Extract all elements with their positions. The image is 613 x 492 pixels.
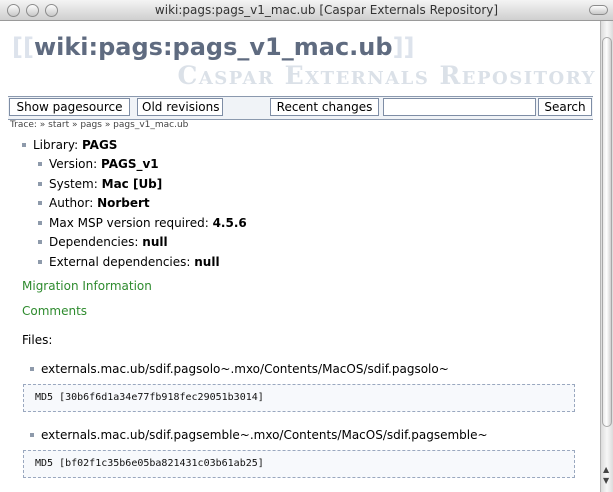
file-path-item: externals.mac.ub/sdif.pagsemble~.mxo/Con… (30, 428, 488, 443)
recent-changes-button[interactable]: Recent changes (270, 98, 379, 116)
search-input[interactable] (383, 98, 536, 116)
comments-link[interactable]: Comments (22, 304, 87, 319)
attribute-label: Dependencies: (49, 235, 139, 249)
bullet-icon (30, 432, 34, 437)
show-pagesource-button[interactable]: Show pagesource (9, 98, 130, 116)
old-revisions-button[interactable]: Old revisions (137, 98, 223, 116)
attribute-value: Mac [Ub] (101, 177, 163, 191)
attribute-label: Author: (49, 196, 94, 210)
library-item: Library: PAGS (22, 138, 117, 153)
page-header: [[wiki:pags:pags_v1_mac.ub]] Caspar Exte… (0, 21, 600, 95)
attribute-item: Author: Norbert (38, 196, 150, 211)
toolbar: Show pagesource Old revisions Recent cha… (8, 96, 593, 120)
bullet-icon (38, 220, 42, 225)
attribute-label: Version: (49, 157, 98, 171)
bullet-icon (38, 200, 42, 205)
vertical-scrollbar[interactable]: ▲ ▼ (600, 21, 613, 492)
bullet-icon (38, 161, 42, 166)
library-value: PAGS (81, 138, 118, 152)
breadcrumb[interactable]: Trace: » start » pags » pags_v1_mac.ub (10, 120, 188, 130)
md5-code-block: MD5 [30b6f6d1a34e77fb918fec29051b3014] (23, 384, 575, 412)
window-titlebar: wiki:pags:pags_v1_mac.ub [Caspar Externa… (0, 0, 613, 21)
bullet-icon (30, 366, 34, 371)
attribute-item: Max MSP version required: 4.5.6 (38, 216, 247, 231)
toolbar-toggle-icon[interactable] (589, 5, 608, 15)
attribute-item: Dependencies: null (38, 235, 168, 250)
bullet-icon (38, 181, 42, 186)
attribute-label: Max MSP version required: (49, 216, 209, 230)
close-light-icon[interactable] (7, 4, 20, 17)
attribute-value: PAGS_v1 (101, 157, 159, 171)
bullet-icon (22, 142, 26, 147)
scrollbar-thumb[interactable] (602, 37, 612, 427)
bullet-icon (38, 239, 42, 244)
attribute-value: 4.5.6 (212, 216, 247, 230)
page-title[interactable]: [[wiki:pags:pags_v1_mac.ub]] (12, 33, 415, 61)
page-title-text[interactable]: wiki:pags:pags_v1_mac.ub (34, 33, 393, 61)
library-label: Library: (33, 138, 79, 152)
scroll-up-arrow-icon[interactable]: ▲ (603, 466, 609, 474)
attribute-item: External dependencies: null (38, 255, 220, 270)
file-path: externals.mac.ub/sdif.pagsolo~.mxo/Conte… (41, 362, 449, 376)
site-title[interactable]: Caspar Externals Repository (177, 61, 596, 90)
attribute-item: Version: PAGS_v1 (38, 157, 159, 172)
attribute-value: Norbert (97, 196, 150, 210)
attribute-value: null (142, 235, 168, 249)
file-path: externals.mac.ub/sdif.pagsemble~.mxo/Con… (41, 428, 488, 442)
files-heading: Files: (22, 333, 53, 347)
scroll-down-arrow-icon[interactable]: ▼ (603, 477, 609, 485)
migration-information-link[interactable]: Migration Information (22, 279, 152, 294)
attribute-item: System: Mac [Ub] (38, 177, 162, 192)
title-bracket-open: [[ (12, 33, 34, 61)
search-button[interactable]: Search (538, 98, 592, 116)
attribute-label: System: (49, 177, 98, 191)
md5-code-block: MD5 [bf02f1c35b6e05ba821431c03b61ab25] (23, 450, 575, 478)
minimize-light-icon[interactable] (26, 4, 39, 17)
attribute-label: External dependencies: (49, 255, 191, 269)
zoom-light-icon[interactable] (45, 4, 58, 17)
attribute-value: null (194, 255, 220, 269)
window-title: wiki:pags:pags_v1_mac.ub [Caspar Externa… (154, 3, 499, 17)
title-bracket-close: ]] (392, 33, 415, 61)
file-path-item: externals.mac.ub/sdif.pagsolo~.mxo/Conte… (30, 362, 449, 377)
bullet-icon (38, 259, 42, 264)
